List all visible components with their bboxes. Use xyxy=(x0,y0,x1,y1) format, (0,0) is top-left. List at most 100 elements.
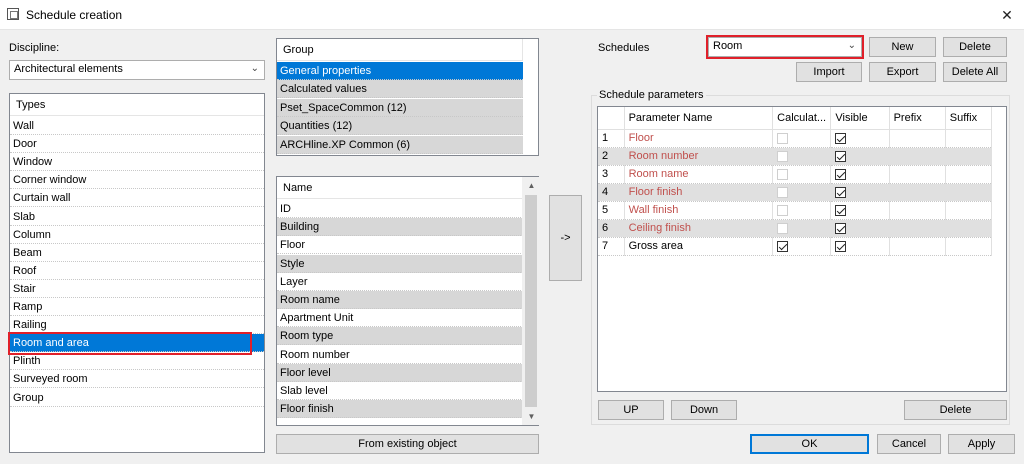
parameter-name[interactable]: Gross area xyxy=(624,237,774,256)
parameter-name[interactable]: Ceiling finish xyxy=(624,219,774,238)
group-list-item[interactable]: Calculated values xyxy=(277,80,523,99)
prefix-cell[interactable] xyxy=(889,183,946,202)
ok-button[interactable]: OK xyxy=(750,434,869,454)
discipline-select[interactable]: Architectural elements ⌄ xyxy=(9,60,265,80)
calculated-checkbox[interactable] xyxy=(777,132,789,144)
delete-all-button[interactable]: Delete All xyxy=(943,62,1007,82)
types-list-item[interactable]: Wall xyxy=(10,117,264,135)
parameter-name[interactable]: Floor xyxy=(624,129,774,148)
visible-checkbox[interactable] xyxy=(835,150,847,162)
suffix-cell[interactable] xyxy=(945,183,993,202)
calculated-cell[interactable] xyxy=(772,147,832,166)
visible-checkbox[interactable] xyxy=(835,168,847,180)
group-list-item[interactable]: Quantities (12) xyxy=(277,117,523,136)
visible-checkbox[interactable] xyxy=(835,222,847,234)
table-row[interactable]: 6 Ceiling finish xyxy=(598,219,993,238)
name-list-item[interactable]: Room number xyxy=(277,346,523,364)
types-list-item[interactable]: Door xyxy=(10,135,264,154)
name-list-item[interactable]: Style xyxy=(277,254,523,273)
apply-button[interactable]: Apply xyxy=(948,434,1015,454)
parameter-name[interactable]: Wall finish xyxy=(624,201,774,220)
name-list-item[interactable]: Slab level xyxy=(277,382,523,400)
parameter-name[interactable]: Room number xyxy=(624,147,774,166)
name-list-item[interactable]: Room name xyxy=(277,291,523,309)
name-list-item[interactable]: Room type xyxy=(277,327,523,346)
visible-cell[interactable] xyxy=(830,129,890,148)
name-list-item[interactable]: Building xyxy=(277,218,523,237)
prefix-cell[interactable] xyxy=(889,201,946,220)
name-list-item[interactable]: Apartment Unit xyxy=(277,309,523,328)
table-row[interactable]: 4 Floor finish xyxy=(598,183,993,202)
calculated-cell[interactable] xyxy=(772,237,832,256)
visible-checkbox[interactable] xyxy=(835,186,847,198)
prefix-cell[interactable] xyxy=(889,129,946,148)
suffix-cell[interactable] xyxy=(945,219,993,238)
types-list-item[interactable]: Window xyxy=(10,153,264,172)
prefix-cell[interactable] xyxy=(889,237,946,256)
visible-checkbox[interactable] xyxy=(835,240,847,252)
table-row[interactable]: 5 Wall finish xyxy=(598,201,993,220)
export-button[interactable]: Export xyxy=(869,62,936,82)
types-list-item[interactable]: Roof xyxy=(10,262,264,280)
cancel-button[interactable]: Cancel xyxy=(877,434,941,454)
prefix-cell[interactable] xyxy=(889,147,946,166)
down-button[interactable]: Down xyxy=(671,400,737,420)
table-row[interactable]: 7 Gross area xyxy=(598,237,993,256)
types-list-item[interactable]: Surveyed room xyxy=(10,370,264,389)
name-list-item[interactable]: ID xyxy=(277,200,523,218)
parameter-name[interactable]: Floor finish xyxy=(624,183,774,202)
types-list-item[interactable]: Stair xyxy=(10,280,264,298)
calculated-cell[interactable] xyxy=(772,129,832,148)
suffix-cell[interactable] xyxy=(945,129,993,148)
calculated-checkbox[interactable] xyxy=(777,168,789,180)
table-row[interactable]: 1 Floor xyxy=(598,129,993,148)
types-list-item[interactable]: Curtain wall xyxy=(10,189,264,208)
name-list-item[interactable]: Floor xyxy=(277,236,523,255)
calculated-checkbox[interactable] xyxy=(777,186,789,198)
calculated-cell[interactable] xyxy=(772,183,832,202)
import-button[interactable]: Import xyxy=(796,62,862,82)
types-list-item[interactable]: Corner window xyxy=(10,171,264,190)
scroll-up-icon[interactable]: ▲ xyxy=(523,177,540,194)
types-list-item[interactable]: Beam xyxy=(10,244,264,262)
group-list-item[interactable]: ARCHline.XP Common (6) xyxy=(277,135,523,154)
scroll-down-icon[interactable]: ▼ xyxy=(523,408,540,425)
visible-cell[interactable] xyxy=(830,237,890,256)
calculated-checkbox[interactable] xyxy=(777,222,789,234)
from-existing-object-button[interactable]: From existing object xyxy=(276,434,539,454)
new-button[interactable]: New xyxy=(869,37,936,57)
visible-cell[interactable] xyxy=(830,147,890,166)
types-list-item[interactable]: Slab xyxy=(10,208,264,226)
table-row[interactable]: 3 Room name xyxy=(598,165,993,184)
table-row[interactable]: 2 Room number xyxy=(598,147,993,166)
visible-checkbox[interactable] xyxy=(835,204,847,216)
visible-cell[interactable] xyxy=(830,201,890,220)
group-list-item[interactable]: Pset_SpaceCommon (12) xyxy=(277,98,523,117)
delete-parameter-button[interactable]: Delete xyxy=(904,400,1007,420)
calculated-cell[interactable] xyxy=(772,201,832,220)
suffix-cell[interactable] xyxy=(945,165,993,184)
suffix-cell[interactable] xyxy=(945,201,993,220)
calculated-checkbox[interactable] xyxy=(777,204,789,216)
name-list-item[interactable]: Layer xyxy=(277,273,523,291)
scroll-thumb[interactable] xyxy=(525,195,537,407)
up-button[interactable]: UP xyxy=(598,400,664,420)
name-list-item[interactable]: Floor level xyxy=(277,363,523,382)
visible-cell[interactable] xyxy=(830,165,890,184)
calculated-checkbox[interactable] xyxy=(777,240,789,252)
parameter-name[interactable]: Room name xyxy=(624,165,774,184)
prefix-cell[interactable] xyxy=(889,165,946,184)
visible-cell[interactable] xyxy=(830,183,890,202)
types-list-item[interactable]: Ramp xyxy=(10,298,264,316)
name-list-scrollbar[interactable]: ▲ ▼ xyxy=(522,177,539,425)
calculated-cell[interactable] xyxy=(772,219,832,238)
visible-cell[interactable] xyxy=(830,219,890,238)
suffix-cell[interactable] xyxy=(945,237,993,256)
add-parameter-button[interactable]: -> xyxy=(549,195,582,281)
types-list-item[interactable]: Column xyxy=(10,226,264,244)
name-list-item[interactable]: Floor finish xyxy=(277,400,523,419)
suffix-cell[interactable] xyxy=(945,147,993,166)
close-icon[interactable]: ✕ xyxy=(996,5,1018,25)
prefix-cell[interactable] xyxy=(889,219,946,238)
types-list-item[interactable]: Group xyxy=(10,389,264,407)
